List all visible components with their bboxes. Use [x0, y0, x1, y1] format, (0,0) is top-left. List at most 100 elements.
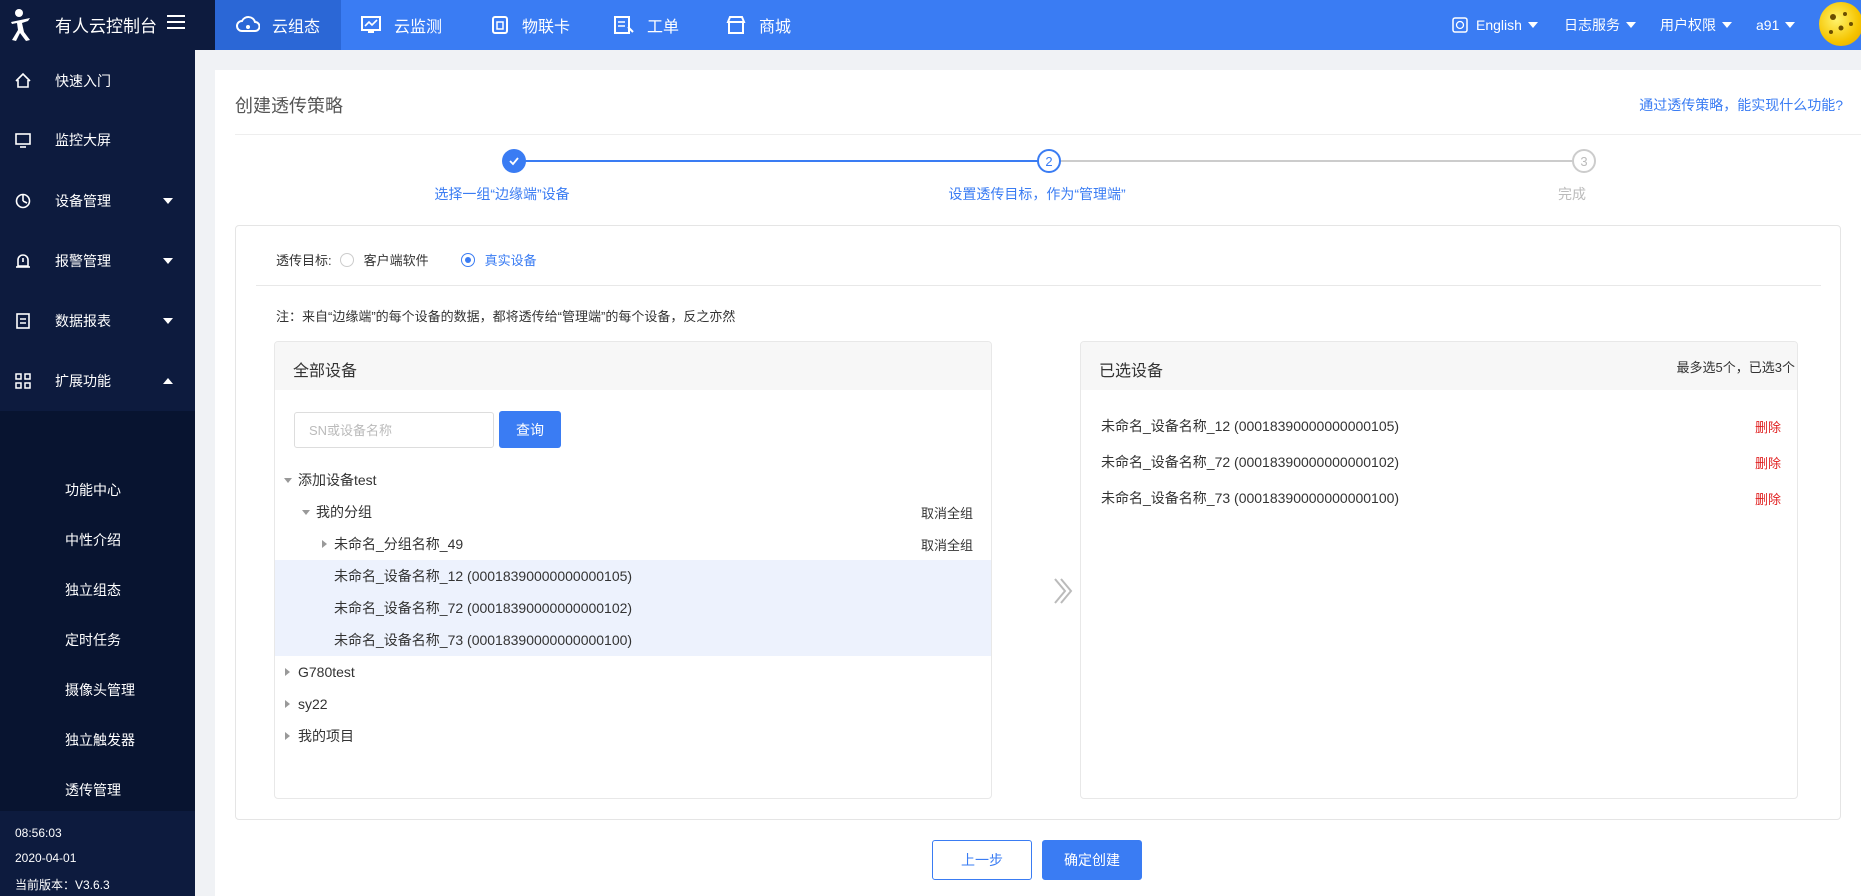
- nav-cloud-config[interactable]: 云组态: [215, 0, 341, 50]
- sidebar-subitem-camera-management[interactable]: 摄像头管理: [65, 680, 135, 700]
- selected-device-row: 未命名_设备名称_73 (00018390000000000100) 删除: [1101, 480, 1781, 516]
- log-service-label: 日志服务: [1564, 17, 1620, 33]
- step-2-current: 2: [1037, 149, 1061, 173]
- sidebar-item-device-management[interactable]: 设备管理: [0, 178, 195, 224]
- step-1-done: [502, 149, 526, 173]
- sidebar-item-quick-start[interactable]: 快速入门: [0, 58, 195, 104]
- caret-down-icon[interactable]: [284, 477, 292, 483]
- chevron-up-icon: [163, 378, 173, 384]
- tree-node-group[interactable]: sy22: [275, 688, 991, 720]
- sidebar-item-label: 数据报表: [55, 313, 111, 329]
- log-service-menu[interactable]: 日志服务: [1564, 0, 1636, 50]
- avatar[interactable]: [1819, 2, 1861, 46]
- sidebar-item-data-report[interactable]: 数据报表: [0, 298, 195, 344]
- deselect-group-link[interactable]: 取消全组: [921, 503, 973, 522]
- divider: [235, 134, 1861, 135]
- search-button[interactable]: 查询: [499, 411, 561, 448]
- caret-right-icon[interactable]: [285, 668, 290, 676]
- tree-node-label: G780test: [298, 664, 355, 680]
- sidebar-item-extensions[interactable]: 扩展功能: [0, 358, 195, 404]
- selected-devices-panel: 已选设备 最多选5个，已选3个 未命名_设备名称_12 (00018390000…: [1080, 341, 1798, 799]
- sidebar-item-label: 快速入门: [55, 73, 111, 89]
- clock-time: 08:56:03: [15, 826, 62, 840]
- sidebar-item-alarm-management[interactable]: 报警管理: [0, 238, 195, 284]
- user-permissions-label: 用户权限: [1660, 17, 1716, 33]
- caret-down-icon[interactable]: [302, 509, 310, 515]
- tree-node-group[interactable]: 我的分组 取消全组: [275, 496, 991, 528]
- selection-limit-text: 最多选5个，已选3个: [1676, 360, 1795, 375]
- user-permissions-menu[interactable]: 用户权限: [1660, 0, 1732, 50]
- sidebar-subitem-scheduled-tasks[interactable]: 定时任务: [65, 630, 121, 650]
- target-label: 透传目标:: [276, 253, 332, 268]
- tree-node-group[interactable]: G780test: [275, 656, 991, 688]
- help-link[interactable]: 通过透传策略，能实现什么功能?: [1639, 95, 1843, 115]
- sidebar-item-label: 监控大屏: [55, 132, 111, 148]
- sidebar-item-label: 扩展功能: [55, 373, 111, 389]
- delete-button[interactable]: 删除: [1755, 453, 1781, 472]
- home-icon: [15, 72, 31, 88]
- clock-date: 2020-04-01: [15, 851, 77, 865]
- tree-node-group[interactable]: 未命名_分组名称_49 取消全组: [275, 528, 991, 560]
- note-text: 注：来自“边缘端”的每个设备的数据，都将透传给“管理端”的每个设备，反之亦然: [276, 309, 736, 324]
- delete-button[interactable]: 删除: [1755, 417, 1781, 436]
- language-selector[interactable]: English: [1452, 0, 1538, 50]
- report-icon: [16, 313, 30, 329]
- sidebar-subitem-standalone-config[interactable]: 独立组态: [65, 580, 121, 600]
- caret-right-icon[interactable]: [285, 732, 290, 740]
- tree-node-device[interactable]: 未命名_设备名称_73 (00018390000000000100): [275, 624, 991, 656]
- language-label: English: [1476, 17, 1522, 33]
- confirm-create-button[interactable]: 确定创建: [1042, 840, 1142, 880]
- previous-step-button[interactable]: 上一步: [932, 840, 1032, 880]
- chevron-down-icon: [1527, 22, 1538, 28]
- search-input[interactable]: [294, 412, 494, 448]
- all-devices-title: 全部设备: [293, 363, 358, 380]
- hamburger-menu-icon[interactable]: [165, 11, 187, 33]
- sidebar-item-dashboard[interactable]: 监控大屏: [0, 117, 195, 163]
- radio-client-software[interactable]: [339, 252, 354, 267]
- extensions-submenu: 功能中心 中性介绍 独立组态 定时任务 摄像头管理 独立触发器 透传管理: [0, 411, 195, 811]
- user-menu[interactable]: a91: [1756, 0, 1796, 50]
- sim-card-icon: [492, 16, 508, 34]
- sidebar-subitem-feature-center[interactable]: 功能中心: [65, 480, 121, 500]
- step-1-label: 选择一组“边缘端”设备: [434, 186, 570, 202]
- nav-cloud-monitor[interactable]: 云监测: [360, 0, 442, 50]
- tree-node-label: 未命名_设备名称_72 (00018390000000000102): [334, 600, 633, 616]
- device-icon: [15, 193, 31, 209]
- selected-devices-title: 已选设备: [1099, 363, 1164, 380]
- selected-device-row: 未命名_设备名称_12 (00018390000000000105) 删除: [1101, 408, 1781, 444]
- config-box: 透传目标: 客户端软件 真实设备 注：来自“边缘端”的每个设备的数据，都将透传给…: [235, 225, 1841, 820]
- all-devices-panel: 全部设备 查询 添加设备test 我的分组 取消全组 未命名_分组名称_49 取…: [274, 341, 992, 799]
- app-title: 有人云控制台: [55, 17, 157, 36]
- check-icon: [509, 157, 519, 166]
- sidebar-subitem-standalone-trigger[interactable]: 独立触发器: [65, 730, 135, 750]
- step-3-pending: 3: [1572, 149, 1596, 173]
- target-selector: 透传目标: 客户端软件 真实设备: [276, 250, 537, 269]
- nav-iot-card[interactable]: 物联卡: [490, 0, 570, 50]
- nav-label: 物联卡: [522, 19, 571, 36]
- tree-node-device[interactable]: 未命名_设备名称_12 (00018390000000000105): [275, 560, 991, 592]
- tree-node-label: 我的项目: [298, 728, 354, 744]
- deselect-group-link[interactable]: 取消全组: [921, 535, 973, 554]
- tree-node-label: 未命名_设备名称_73 (00018390000000000100): [334, 632, 633, 648]
- alarm-icon: [16, 254, 30, 268]
- nav-shop[interactable]: 商城: [725, 0, 791, 50]
- all-devices-header: 全部设备: [275, 342, 991, 390]
- caret-right-icon[interactable]: [322, 540, 327, 548]
- radio-real-device[interactable]: [460, 252, 475, 267]
- tree-node-device[interactable]: 未命名_设备名称_72 (00018390000000000102): [275, 592, 991, 624]
- sidebar-subitem-passthrough-management[interactable]: 透传管理: [65, 780, 121, 800]
- nav-label: 工单: [647, 19, 680, 36]
- delete-button[interactable]: 删除: [1755, 489, 1781, 508]
- radio-label-client-software[interactable]: 客户端软件: [364, 250, 429, 269]
- tree-node-label: 未命名_设备名称_12 (00018390000000000105): [334, 568, 633, 584]
- tree-node-group[interactable]: 添加设备test: [275, 464, 991, 496]
- radio-label-real-device[interactable]: 真实设备: [485, 250, 537, 269]
- nav-ticket[interactable]: 工单: [613, 0, 679, 50]
- sidebar-subitem-neutral-intro[interactable]: 中性介绍: [65, 530, 121, 550]
- cloud-icon: [236, 16, 260, 32]
- main-panel: 创建透传策略 通过透传策略，能实现什么功能? 2 3 选择一组“边缘端”设备 设…: [215, 70, 1861, 896]
- ticket-icon: [614, 16, 634, 34]
- tree-node-group[interactable]: 我的项目: [275, 720, 991, 752]
- caret-right-icon[interactable]: [285, 700, 290, 708]
- version-text: 当前版本：V3.6.3: [15, 878, 110, 892]
